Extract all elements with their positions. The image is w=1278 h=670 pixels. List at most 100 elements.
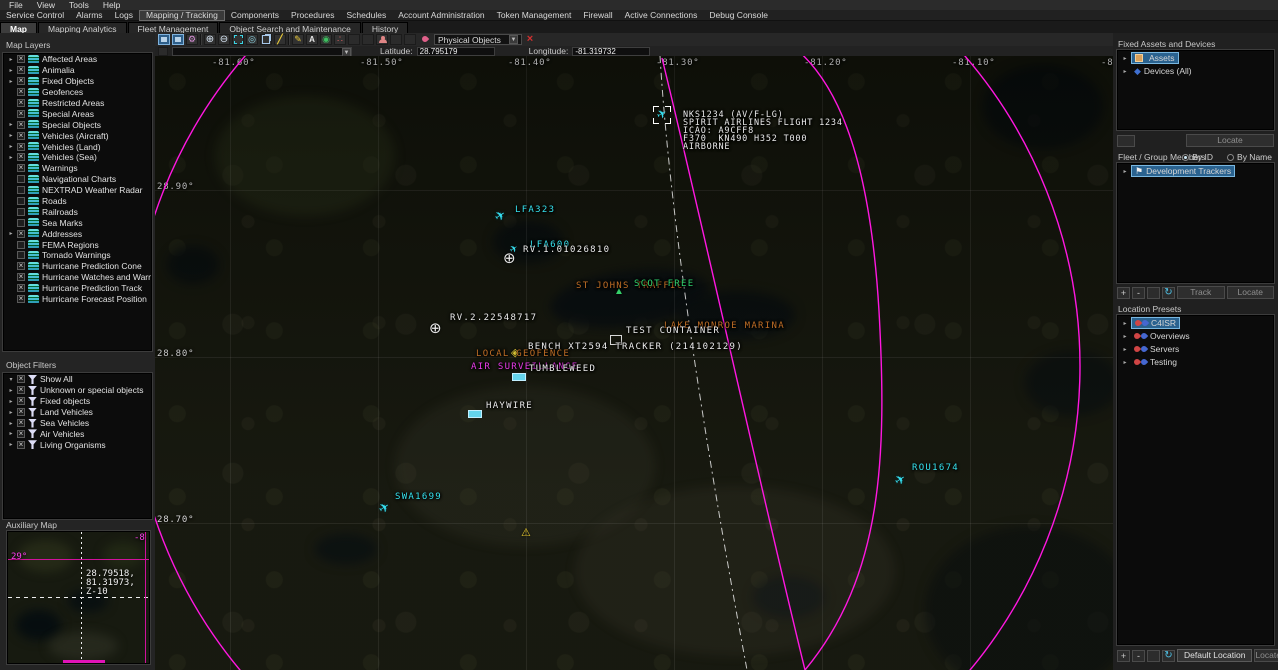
object-filter-row[interactable]: ▸ × Land Vehicles <box>4 407 151 418</box>
chevron-down-icon[interactable]: ▼ <box>509 35 518 44</box>
remove-button[interactable]: - <box>1132 287 1145 299</box>
object-filter-row[interactable]: ▸ × Unknown or special objects <box>4 385 151 396</box>
layer-checkbox[interactable] <box>17 208 25 216</box>
module-menu-item[interactable]: Components <box>225 10 285 21</box>
map-layer-row[interactable]: Sea Marks <box>4 217 151 228</box>
toolbar-button[interactable]: ⊕ <box>204 34 216 45</box>
map-layer-row[interactable]: ▸ × Special Objects <box>4 119 151 130</box>
toolbar-button[interactable]: ✎ <box>292 34 304 45</box>
toolbar-button[interactable] <box>200 34 202 45</box>
toolbar-button[interactable]: ◎ <box>246 34 258 45</box>
layer-checkbox[interactable] <box>17 175 25 183</box>
layer-checkbox[interactable] <box>17 186 25 194</box>
layer-checkbox[interactable]: × <box>17 295 25 303</box>
expand-arrow-icon[interactable]: ▸ <box>8 67 14 74</box>
expand-arrow-icon[interactable]: ▸ <box>1122 55 1128 62</box>
module-menu-item[interactable]: Account Administration <box>392 10 490 21</box>
filter-checkbox[interactable]: × <box>17 375 25 383</box>
map-tab[interactable]: Map <box>0 22 37 33</box>
map-layer-row[interactable]: × Warnings <box>4 163 151 174</box>
map-layer-row[interactable]: Roads <box>4 196 151 207</box>
preset-row[interactable]: ▸ Overviews <box>1120 330 1271 342</box>
layer-checkbox[interactable]: × <box>17 77 25 85</box>
expand-arrow-icon[interactable]: ▸ <box>8 154 14 161</box>
track-button[interactable]: Track <box>1177 286 1225 299</box>
expand-arrow-icon[interactable]: ▸ <box>1122 68 1128 75</box>
module-menu-item[interactable]: Schedules <box>341 10 393 21</box>
asset-action-button[interactable] <box>1117 135 1135 147</box>
layer-checkbox[interactable]: × <box>17 132 25 140</box>
map-object-label[interactable]: SCOT FREE <box>634 280 694 288</box>
expand-arrow-icon[interactable]: ▸ <box>8 430 14 437</box>
locate-preset-button[interactable]: Locate <box>1254 649 1278 662</box>
expand-arrow-icon[interactable]: ▸ <box>8 121 14 128</box>
map-layer-row[interactable]: × Hurricane Forecast Position <box>4 294 151 305</box>
fleet-row[interactable]: ▸ ⚑ Development Trackers <box>1120 165 1271 177</box>
toolbar-button[interactable] <box>418 34 430 45</box>
map-object-marker[interactable] <box>429 319 442 337</box>
default-location-button[interactable]: Default Location <box>1177 649 1252 662</box>
map-object-marker[interactable] <box>653 106 671 124</box>
longitude-input[interactable] <box>572 47 650 56</box>
layer-checkbox[interactable]: × <box>17 55 25 63</box>
map-layer-row[interactable]: × Restricted Areas <box>4 98 151 109</box>
map-tab[interactable]: Object Search and Maintenance <box>219 22 360 33</box>
filter-checkbox[interactable]: × <box>17 441 25 449</box>
object-select-combo[interactable]: ▼ <box>172 47 352 56</box>
map-object-marker[interactable] <box>468 410 482 418</box>
layer-checkbox[interactable]: × <box>17 143 25 151</box>
map-object-label[interactable]: RV.2.22548717 <box>450 314 537 322</box>
map-object-label[interactable]: HAYWIRE <box>486 402 533 410</box>
toolbar-button[interactable]: ∴ <box>334 34 346 45</box>
layer-checkbox[interactable]: × <box>17 88 25 96</box>
map-object-marker[interactable] <box>895 472 906 488</box>
layer-checkbox[interactable] <box>17 241 25 249</box>
module-menu-item[interactable]: Alarms <box>70 10 108 21</box>
blank-button[interactable] <box>1147 650 1160 662</box>
preset-row[interactable]: ▸ Servers <box>1120 343 1271 355</box>
map-layer-row[interactable]: Railroads <box>4 206 151 217</box>
map-layer-row[interactable]: × Hurricane Watches and Warnings <box>4 272 151 283</box>
map-object-label[interactable]: SWA1699 <box>395 493 442 501</box>
layer-checkbox[interactable]: × <box>17 284 25 292</box>
object-filter-row[interactable]: ▾ × Show All <box>4 374 151 385</box>
layer-checkbox[interactable]: × <box>17 110 25 118</box>
expand-arrow-icon[interactable]: ▸ <box>8 441 14 448</box>
module-menu-item[interactable]: Procedures <box>285 10 340 21</box>
aux-scrollbar[interactable] <box>63 660 105 663</box>
layer-checkbox[interactable]: × <box>17 153 25 161</box>
expand-arrow-icon[interactable]: ▸ <box>8 230 14 237</box>
map-layer-row[interactable]: NEXTRAD Weather Radar <box>4 185 151 196</box>
map-object-marker[interactable] <box>521 526 531 539</box>
map-tab[interactable]: Fleet Management <box>128 22 219 33</box>
toolbar-button[interactable]: ╱ <box>274 34 286 45</box>
map-layer-row[interactable]: × Hurricane Prediction Cone <box>4 261 151 272</box>
module-menu-item[interactable]: Logs <box>109 10 139 21</box>
layer-checkbox[interactable]: × <box>17 121 25 129</box>
module-menu-item[interactable]: Token Management <box>491 10 578 21</box>
map-layer-row[interactable]: ▸ × Vehicles (Aircraft) <box>4 130 151 141</box>
layer-checkbox[interactable] <box>17 219 25 227</box>
map-object-marker[interactable] <box>495 208 506 224</box>
expand-arrow-icon[interactable]: ▸ <box>1122 320 1128 327</box>
map-layer-row[interactable]: Tornado Warnings <box>4 250 151 261</box>
remove-button[interactable]: - <box>1132 650 1145 662</box>
module-menu-item[interactable]: Active Connections <box>619 10 704 21</box>
radio-by-id[interactable]: By ID <box>1182 152 1213 162</box>
locate-fleet-button[interactable]: Locate <box>1227 286 1275 299</box>
toolbar-button[interactable] <box>348 34 360 45</box>
expand-arrow-icon[interactable]: ▸ <box>8 132 14 139</box>
layer-checkbox[interactable]: × <box>17 99 25 107</box>
map-layer-row[interactable]: × Special Areas <box>4 108 151 119</box>
menu-item[interactable]: View <box>30 0 62 10</box>
toolbar-button[interactable] <box>232 34 244 45</box>
module-menu-item[interactable]: Firewall <box>577 10 618 21</box>
expand-arrow-icon[interactable]: ▸ <box>1122 346 1128 353</box>
preset-row[interactable]: ▸ Testing <box>1120 356 1271 368</box>
locate-asset-button[interactable]: Locate <box>1186 134 1274 147</box>
map-object-label[interactable]: TEST CONTAINER <box>626 327 720 335</box>
map-object-label[interactable]: ROU1674 <box>912 464 959 472</box>
expand-arrow-icon[interactable]: ▸ <box>8 56 14 63</box>
expand-arrow-icon[interactable]: ▸ <box>8 398 14 405</box>
map-tab[interactable]: Mapping Analytics <box>38 22 127 33</box>
